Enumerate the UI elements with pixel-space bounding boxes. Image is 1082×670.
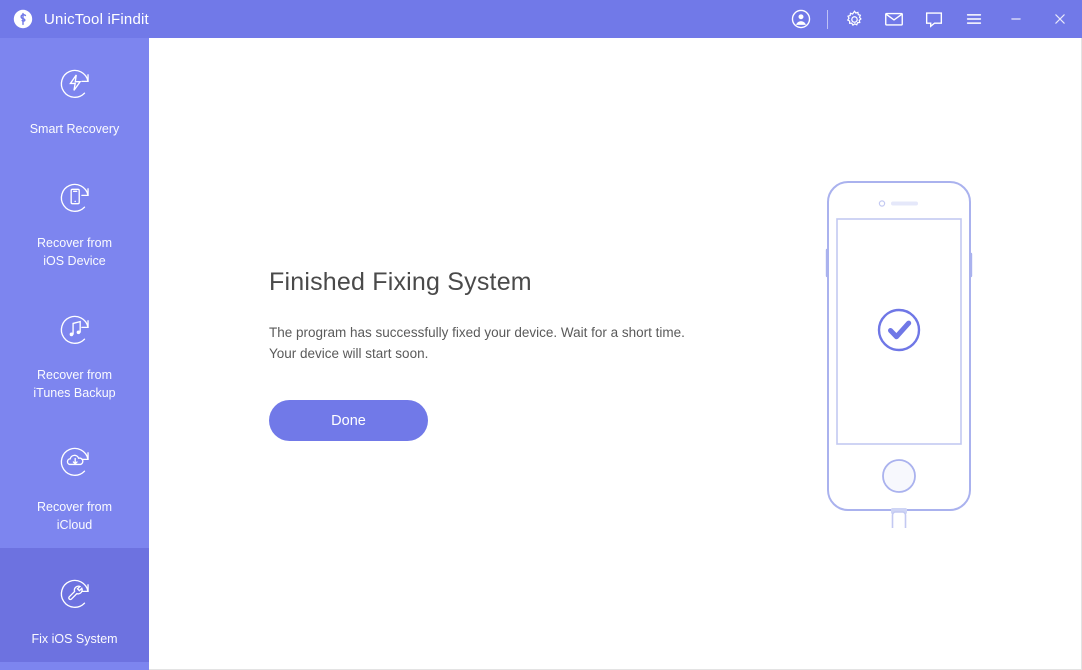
chat-bubble-icon[interactable] [914,0,954,38]
sidebar-item-label: Recover from iCloud [36,500,113,532]
cloud-refresh-icon [52,438,98,484]
sidebar-item-label: Recover from iOS Device [36,236,113,268]
sidebar-item-label: Fix iOS System [31,632,118,646]
page-description: The program has successfully fixed your … [269,325,685,361]
mail-icon[interactable] [874,0,914,38]
window-title: UnicTool iFindit [44,10,149,28]
main-content: Finished Fixing System The program has s… [149,38,1082,670]
sidebar-navigation: Smart Recovery Recover from iOS Device R… [0,38,149,670]
sidebar-item-recover-ios-device[interactable]: Recover from iOS Device [0,152,149,284]
iphone-success-illustration [804,178,994,538]
application-window: UnicTool iFindit Smart Recovery Recover … [0,0,1082,670]
sidebar-item-fix-ios-system[interactable]: Fix iOS System [0,548,149,662]
message-block: Finished Fixing System The program has s… [269,268,739,364]
close-button[interactable] [1038,0,1082,38]
sidebar-item-label: Recover from iTunes Backup [33,368,116,400]
done-button[interactable]: Done [269,400,428,441]
minimize-button[interactable] [994,0,1038,38]
unictool-logo-icon [13,9,33,29]
wrench-refresh-icon [52,570,98,616]
sidebar-item-recover-icloud[interactable]: Recover from iCloud [0,416,149,548]
account-icon[interactable] [781,0,821,38]
title-bar: UnicTool iFindit [0,0,1082,38]
hamburger-menu-icon[interactable] [954,0,994,38]
bolt-refresh-icon [52,60,98,106]
title-bar-controls [781,0,1082,38]
settings-icon[interactable] [834,0,874,38]
toolbar-divider [827,9,828,29]
sidebar-item-recover-itunes-backup[interactable]: Recover from iTunes Backup [0,284,149,416]
sidebar-item-label: Smart Recovery [29,122,120,136]
sidebar-item-smart-recovery[interactable]: Smart Recovery [0,38,149,152]
music-refresh-icon [52,306,98,352]
page-title: Finished Fixing System [269,268,532,296]
phone-refresh-icon [52,174,98,220]
